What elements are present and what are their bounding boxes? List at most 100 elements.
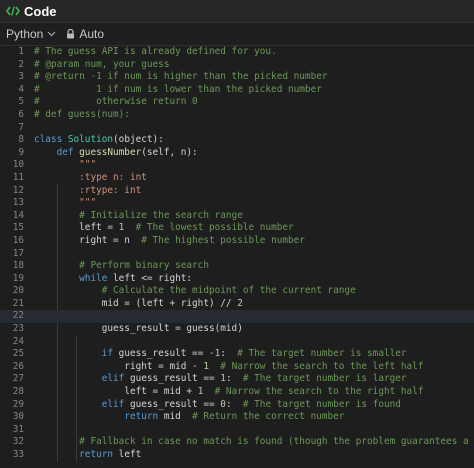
code-line[interactable]: 19 while left <= right:	[0, 273, 474, 286]
line-number: 13	[12, 197, 24, 209]
line-number: 23	[12, 323, 24, 335]
code-line[interactable]: 26 right = mid - 1 # Narrow the search t…	[0, 361, 474, 374]
lock-icon	[66, 29, 75, 39]
window-title: Code	[24, 3, 57, 19]
code-line[interactable]: 6 # def guess(num):	[0, 109, 474, 122]
code-line[interactable]: 28 left = mid + 1 # Narrow the search to…	[0, 386, 474, 399]
line-number: 31	[12, 423, 24, 435]
code-text: # otherwise return 0	[34, 96, 198, 108]
code-line[interactable]: 20 # Calculate the midpoint of the curre…	[0, 285, 474, 298]
code-line[interactable]: 1 # The guess API is already defined for …	[0, 46, 474, 59]
code-text: def guessNumber(self, n):	[56, 146, 198, 158]
code-line[interactable]: 4 # 1 if num is lower than the picked num…	[0, 84, 474, 97]
line-number: 22	[12, 310, 24, 322]
line-number: 12	[12, 184, 24, 196]
code-text: # Fallback in case no match is found (th…	[79, 436, 474, 448]
code-line[interactable]: 13 """	[0, 197, 474, 210]
code-line[interactable]: 30 return mid # Return the correct numbe…	[0, 411, 474, 424]
code-text: # @param num, your guess	[34, 58, 170, 70]
code-line[interactable]: 31	[0, 424, 474, 437]
line-number: 5	[18, 96, 24, 108]
line-number: 4	[18, 83, 24, 95]
code-text: # Initialize the search range	[79, 209, 243, 221]
line-number: 6	[18, 108, 24, 120]
code-line[interactable]: 2 # @param num, your guess	[0, 59, 474, 72]
line-number: 18	[12, 260, 24, 272]
code-line[interactable]: 7	[0, 122, 474, 135]
line-number: 10	[12, 159, 24, 171]
line-number: 24	[12, 335, 24, 347]
line-number: 21	[12, 297, 24, 309]
line-number: 17	[12, 247, 24, 259]
line-number: 7	[18, 121, 24, 133]
code-text: # Calculate the midpoint of the current …	[101, 285, 356, 297]
line-number: 19	[12, 272, 24, 284]
code-line[interactable]: 33 return left	[0, 449, 474, 462]
code-line[interactable]: 11 :type n: int	[0, 172, 474, 185]
code-line[interactable]: 5 # otherwise return 0	[0, 96, 474, 109]
line-number: 16	[12, 234, 24, 246]
code-line[interactable]: 18 # Perform binary search	[0, 260, 474, 273]
line-number: 30	[12, 411, 24, 423]
code-line[interactable]: 25 if guess_result == -1: # The target n…	[0, 348, 474, 361]
auto-format-toggle[interactable]: Auto	[79, 27, 104, 41]
code-line[interactable]: 32 # Fallback in case no match is found …	[0, 436, 474, 449]
code-text: # 1 if num is lower than the picked numb…	[34, 83, 322, 95]
code-text: while left <= right:	[79, 272, 193, 284]
code-line[interactable]: 21 mid = (left + right) // 2	[0, 298, 474, 311]
code-brackets-icon	[6, 5, 20, 17]
language-selector[interactable]: Python	[6, 27, 66, 41]
code-text: right = n # The highest possible number	[34, 234, 305, 246]
code-line[interactable]: 15 left = 1 # The lowest possible number	[0, 222, 474, 235]
line-number: 9	[18, 146, 24, 158]
code-line[interactable]: 8 class Solution(object):	[0, 134, 474, 147]
code-line[interactable]: 27 elif guess_result == 1: # The target …	[0, 373, 474, 386]
code-line[interactable]: 29 elif guess_result == 0: # The target …	[0, 399, 474, 412]
line-number: 28	[12, 386, 24, 398]
line-number: 1	[18, 46, 24, 57]
code-line[interactable]: 23 guess_result = guess(mid)	[0, 323, 474, 336]
code-text: return mid # Return the correct number	[124, 411, 345, 423]
code-line[interactable]: 12 :rtype: int	[0, 185, 474, 198]
code-text: guess_result = guess(mid)	[34, 323, 243, 335]
line-number: 15	[12, 222, 24, 234]
code-line[interactable]: 22	[0, 310, 474, 324]
code-line[interactable]: 3 # @return -1 if num is higher than the …	[0, 71, 474, 84]
code-text: left = mid + 1 # Narrow the search to th…	[34, 386, 424, 398]
code-text: # def guess(num):	[34, 108, 130, 120]
line-number: 2	[18, 58, 24, 70]
code-line[interactable]: 24	[0, 336, 474, 349]
code-text: :type n: int	[79, 171, 147, 183]
code-text: return left	[79, 449, 142, 460]
line-number: 3	[18, 71, 24, 83]
code-text: # @return -1 if num is higher than the p…	[34, 71, 328, 83]
code-text: # Perform binary search	[79, 260, 209, 272]
code-line[interactable]: 16 right = n # The highest possible numb…	[0, 235, 474, 248]
line-number: 25	[12, 348, 24, 360]
code-text: """	[79, 159, 97, 171]
code-line[interactable]: 17	[0, 248, 474, 261]
code-window: Code Python Auto 1 # The guess API is alr…	[0, 0, 474, 468]
code-text: left = 1 # The lowest possible number	[34, 222, 294, 234]
code-text: :rtype: int	[79, 184, 142, 196]
code-line[interactable]: 9 def guessNumber(self, n):	[0, 147, 474, 160]
title-bar: Code	[0, 0, 474, 23]
line-number: 29	[12, 398, 24, 410]
chevron-down-icon	[47, 31, 56, 37]
line-number: 26	[12, 360, 24, 372]
line-number: 33	[12, 449, 24, 460]
line-number: 8	[18, 134, 24, 146]
code-text: if guess_result == -1: # The target numb…	[101, 348, 407, 360]
editor-toolbar: Python Auto	[0, 23, 474, 46]
code-line[interactable]: 14 # Initialize the search range	[0, 210, 474, 223]
code-text: elif guess_result == 1: # The target num…	[101, 373, 407, 385]
line-number: 20	[12, 285, 24, 297]
code-editor[interactable]: 1 # The guess API is already defined for …	[0, 46, 474, 468]
line-number: 27	[12, 373, 24, 385]
line-number: 14	[12, 209, 24, 221]
code-text: """	[79, 197, 97, 209]
code-line[interactable]: 10 """	[0, 159, 474, 172]
code-text: right = mid - 1 # Narrow the search to t…	[34, 360, 424, 372]
code-text: # The guess API is already defined for y…	[34, 46, 277, 57]
line-number: 11	[12, 171, 24, 183]
